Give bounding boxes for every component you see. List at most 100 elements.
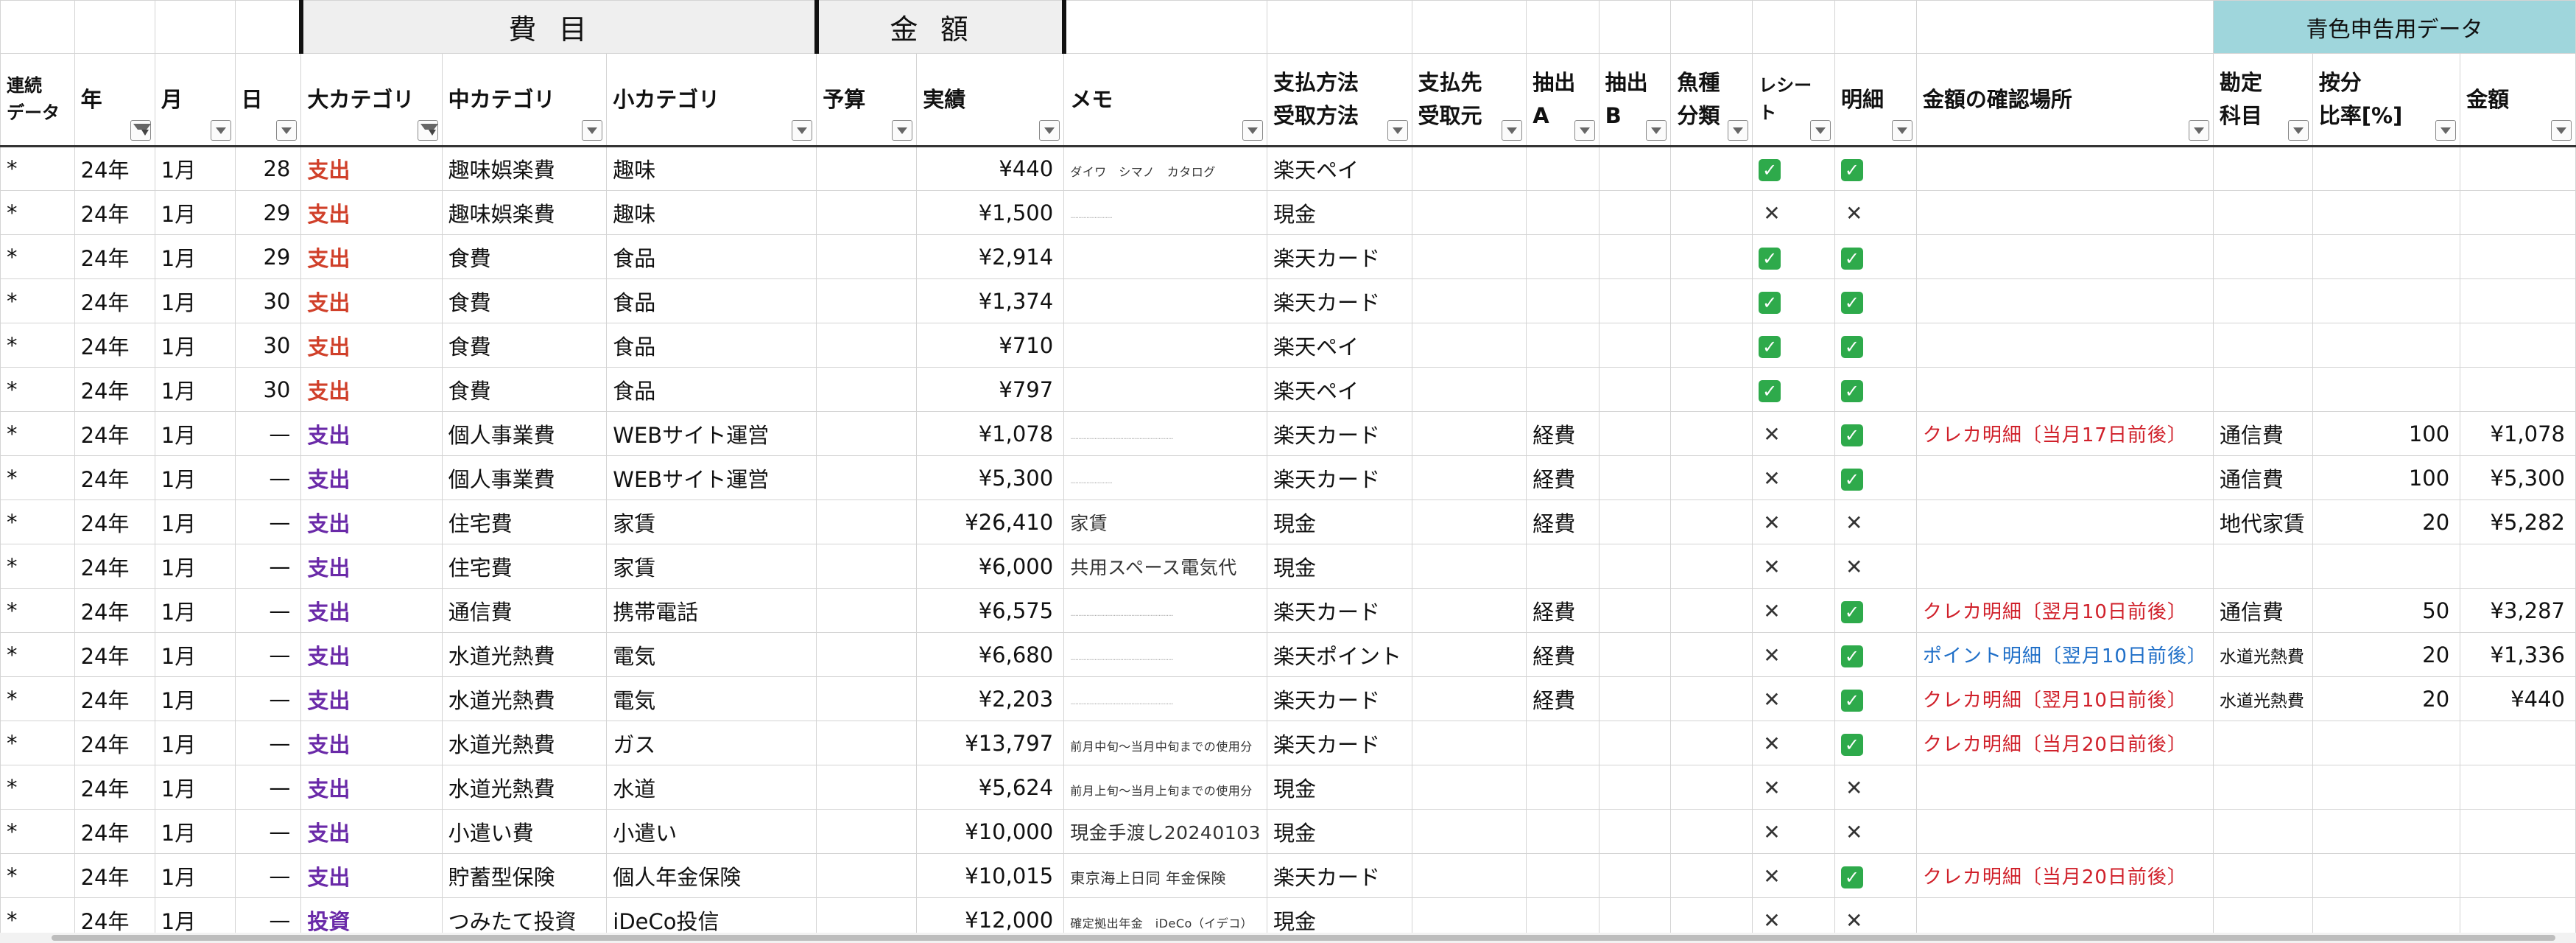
cell-receipt[interactable]: ✕	[1752, 499, 1835, 544]
cell-ext-a[interactable]: 経費	[1526, 499, 1600, 544]
cell-memo[interactable]: 前月上旬～当月上旬までの使用分	[1063, 765, 1267, 810]
cell-day[interactable]: —	[234, 721, 302, 765]
cell-payee[interactable]	[1411, 544, 1527, 589]
cell-minor[interactable]: 食品	[606, 278, 817, 323]
cell-amount[interactable]: ¥5,282	[2460, 499, 2576, 544]
filter-dropdown-icon[interactable]	[2435, 120, 2457, 141]
cell-minor[interactable]: 携帯電話	[606, 588, 817, 633]
cell-ratio[interactable]: 50	[2312, 588, 2461, 633]
cell-minor[interactable]: WEBサイト運営	[606, 455, 817, 500]
cell-ext-b[interactable]	[1598, 676, 1672, 721]
cell-year[interactable]: 24年	[74, 544, 155, 589]
cell-amount[interactable]: ¥440	[2460, 676, 2576, 721]
cell-day[interactable]: 30	[234, 367, 302, 412]
cell-ext-a[interactable]	[1526, 809, 1600, 854]
cell-minor[interactable]: 食品	[606, 234, 817, 279]
filter-dropdown-icon[interactable]	[1646, 120, 1667, 141]
cell-actual[interactable]: ¥26,410	[916, 499, 1065, 544]
cell-ext-b[interactable]	[1598, 721, 1672, 765]
cell-receipt[interactable]: ✓	[1752, 234, 1835, 279]
cell-mid[interactable]: 水道光熱費	[441, 765, 608, 810]
cell-receipt[interactable]: ✕	[1752, 676, 1835, 721]
cell-loc[interactable]	[1915, 499, 2214, 544]
cell-major[interactable]: 支出	[300, 632, 443, 677]
cell-pay[interactable]: 楽天カード	[1266, 411, 1412, 456]
cell-minor[interactable]: 趣味	[606, 190, 817, 235]
cell-receipt[interactable]: ✕	[1752, 588, 1835, 633]
cell-year[interactable]: 24年	[74, 455, 155, 500]
cell-fish[interactable]	[1670, 146, 1753, 191]
cell-ratio[interactable]	[2312, 190, 2461, 235]
cell-day[interactable]: —	[234, 809, 302, 854]
cell-month[interactable]: 1月	[154, 190, 236, 235]
cell-amount[interactable]	[2460, 809, 2576, 854]
cell-mid[interactable]: 水道光熱費	[441, 721, 608, 765]
cell-year[interactable]: 24年	[74, 588, 155, 633]
cell-seq[interactable]: *	[0, 588, 75, 633]
cell-ext-b[interactable]	[1598, 853, 1672, 898]
cell-ratio[interactable]: 20	[2312, 632, 2461, 677]
cell-fish[interactable]	[1670, 278, 1753, 323]
cell-ratio[interactable]: 100	[2312, 411, 2461, 456]
cell-ext-a[interactable]: 経費	[1526, 676, 1600, 721]
cell-fish[interactable]	[1670, 765, 1753, 810]
cell-mid[interactable]: 通信費	[441, 588, 608, 633]
cell-day[interactable]: —	[234, 499, 302, 544]
cell-fish[interactable]	[1670, 323, 1753, 368]
cell-month[interactable]: 1月	[154, 676, 236, 721]
cell-ext-a[interactable]	[1526, 278, 1600, 323]
filter-active-icon[interactable]	[417, 120, 438, 141]
cell-pay[interactable]: 楽天カード	[1266, 278, 1412, 323]
cell-payee[interactable]	[1411, 146, 1527, 191]
cell-memo[interactable]: 東京海上日同 年金保険	[1063, 853, 1267, 898]
cell-seq[interactable]: *	[0, 544, 75, 589]
cell-memo[interactable]	[1063, 367, 1267, 412]
cell-actual[interactable]: ¥1,078	[916, 411, 1065, 456]
cell-detail[interactable]: ✓	[1834, 721, 1917, 765]
cell-ratio[interactable]	[2312, 323, 2461, 368]
cell-month[interactable]: 1月	[154, 632, 236, 677]
cell-major[interactable]: 支出	[300, 323, 443, 368]
cell-receipt[interactable]: ✕	[1752, 190, 1835, 235]
cell-month[interactable]: 1月	[154, 853, 236, 898]
cell-month[interactable]: 1月	[154, 146, 236, 191]
cell-ratio[interactable]	[2312, 765, 2461, 810]
cell-payee[interactable]	[1411, 234, 1527, 279]
cell-mid[interactable]: 個人事業費	[441, 455, 608, 500]
cell-seq[interactable]: *	[0, 278, 75, 323]
filter-dropdown-icon[interactable]	[1242, 120, 1263, 141]
cell[interactable]	[234, 0, 302, 54]
cell-memo[interactable]: ········································…	[1063, 632, 1267, 677]
cell-ratio[interactable]	[2312, 278, 2461, 323]
cell-month[interactable]: 1月	[154, 323, 236, 368]
cell-detail[interactable]: ✕	[1834, 544, 1917, 589]
cell-year[interactable]: 24年	[74, 499, 155, 544]
cell-major[interactable]: 支出	[300, 367, 443, 412]
cell-month[interactable]: 1月	[154, 455, 236, 500]
cell-loc[interactable]	[1915, 234, 2214, 279]
cell-seq[interactable]: *	[0, 853, 75, 898]
cell-actual[interactable]: ¥5,624	[916, 765, 1065, 810]
cell-day[interactable]: 29	[234, 234, 302, 279]
cell-fish[interactable]	[1670, 853, 1753, 898]
cell-day[interactable]: 30	[234, 278, 302, 323]
cell-seq[interactable]: *	[0, 190, 75, 235]
cell-year[interactable]: 24年	[74, 278, 155, 323]
cell-mid[interactable]: 小遣い費	[441, 809, 608, 854]
filter-dropdown-icon[interactable]	[2188, 120, 2209, 141]
filter-dropdown-icon[interactable]	[210, 120, 231, 141]
cell-receipt[interactable]: ✕	[1752, 721, 1835, 765]
cell-mid[interactable]: 水道光熱費	[441, 676, 608, 721]
cell-ext-a[interactable]: 経費	[1526, 455, 1600, 500]
cell-actual[interactable]: ¥6,575	[916, 588, 1065, 633]
cell-ratio[interactable]	[2312, 544, 2461, 589]
cell-major[interactable]: 支出	[300, 676, 443, 721]
column-header[interactable]: 支払先 受取元	[1411, 53, 1527, 147]
cell-account[interactable]	[2212, 190, 2313, 235]
cell-ext-b[interactable]	[1598, 632, 1672, 677]
cell-ext-a[interactable]: 経費	[1526, 632, 1600, 677]
column-header[interactable]: 大カテゴリ	[300, 53, 443, 147]
column-header[interactable]: 連続 データ	[0, 53, 75, 147]
column-header[interactable]: 金額の確認場所	[1915, 53, 2214, 147]
cell-seq[interactable]: *	[0, 455, 75, 500]
